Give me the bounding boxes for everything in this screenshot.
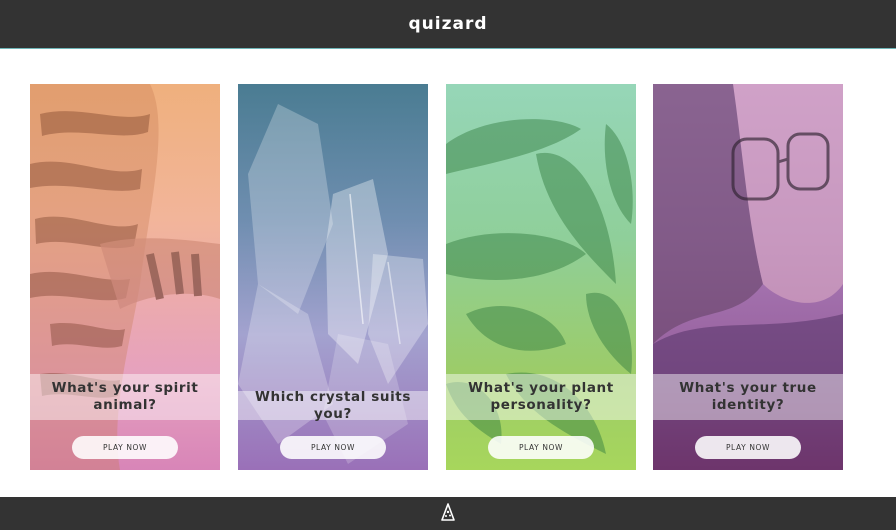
quiz-card-plant[interactable]: What's your plant personality? PLAY NOW	[446, 84, 636, 470]
quiz-card-spirit-animal[interactable]: What's your spirit animal? PLAY NOW	[30, 84, 220, 470]
quiz-title: What's your spirit animal?	[30, 374, 220, 420]
play-now-button[interactable]: PLAY NOW	[280, 436, 386, 459]
quiz-title: What's your true identity?	[653, 374, 843, 420]
quiz-card-identity[interactable]: What's your true identity? PLAY NOW	[653, 84, 843, 470]
footer-bar	[0, 497, 896, 530]
quiz-card-grid: What's your spirit animal? PLAY NOW Whic…	[0, 84, 896, 470]
quiz-card-crystal[interactable]: Which crystal suits you? PLAY NOW	[238, 84, 428, 470]
play-now-button[interactable]: PLAY NOW	[72, 436, 178, 459]
play-now-button[interactable]: PLAY NOW	[695, 436, 801, 459]
wizard-hat-icon[interactable]	[441, 502, 455, 525]
quiz-title: What's your plant personality?	[446, 374, 636, 420]
quiz-title: Which crystal suits you?	[238, 389, 428, 422]
top-navigation-bar: quizard	[0, 0, 896, 49]
brand-logo[interactable]: quizard	[408, 14, 487, 34]
play-now-button[interactable]: PLAY NOW	[488, 436, 594, 459]
